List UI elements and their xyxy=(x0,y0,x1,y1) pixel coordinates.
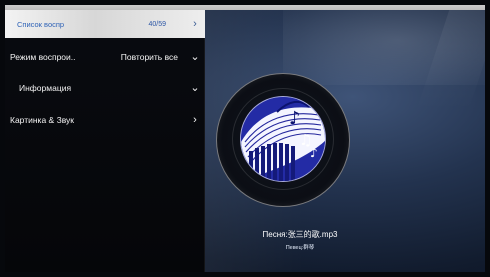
media-sidebar: Список воспр 40/59 › Режим воспрои.. Пов… xyxy=(5,10,205,272)
menu-item-playback-mode[interactable]: Режим воспрои.. Повторить все ⌄ xyxy=(5,43,205,71)
now-playing-song: Песня:张三的歌.mp3 xyxy=(262,230,338,239)
now-playing-area: ♪ ♫ ♪ Песня:张三的歌.mp3 Певец:群琴 xyxy=(205,10,485,272)
background-glow xyxy=(283,10,485,85)
menu-item-picture-sound[interactable]: Картинка & Звук › xyxy=(5,106,205,134)
playlist-count: 40/59 xyxy=(148,20,166,28)
playback-mode-label: Режим воспрои.. xyxy=(10,52,76,62)
top-strip xyxy=(0,0,490,10)
info-label: Информация xyxy=(19,83,72,93)
svg-text:♪: ♪ xyxy=(289,108,301,129)
menu-item-info[interactable]: Информация ⌄ xyxy=(5,74,205,102)
picture-sound-label: Картинка & Звук xyxy=(10,115,75,125)
chevron-right-icon: › xyxy=(193,17,197,30)
album-art: ♪ ♫ ♪ xyxy=(240,96,326,182)
music-art-icon: ♪ ♫ ♪ xyxy=(241,97,325,181)
svg-text:♪: ♪ xyxy=(310,146,318,160)
chevron-down-icon: ⌄ xyxy=(190,50,200,63)
chevron-down-icon: ⌄ xyxy=(190,81,200,94)
chevron-right-icon: › xyxy=(193,113,197,126)
now-playing-artist: Певец:群琴 xyxy=(285,245,315,251)
playlist-label: Список воспр xyxy=(17,19,65,29)
media-player-screen: Список воспр 40/59 › Режим воспрои.. Пов… xyxy=(0,0,490,277)
playback-mode-value: Повторить все xyxy=(120,52,178,62)
menu-item-playlist[interactable]: Список воспр 40/59 › xyxy=(5,10,205,38)
